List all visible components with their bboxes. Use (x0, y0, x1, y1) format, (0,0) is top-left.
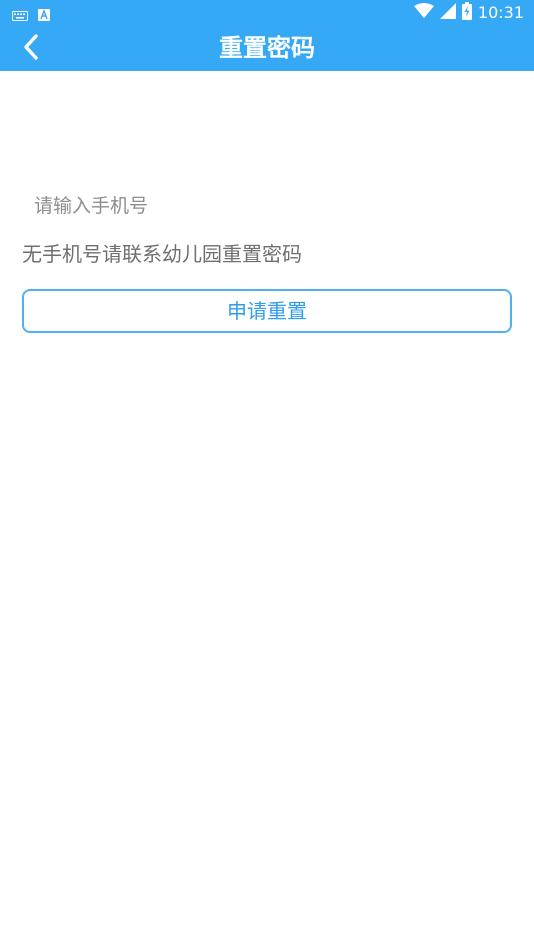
status-bar: 10:31 (0, 0, 534, 26)
phone-number-input[interactable] (22, 186, 512, 226)
contact-kindergarten-hint: 无手机号请联系幼儿园重置密码 (22, 242, 302, 266)
keyboard-icon (12, 6, 28, 25)
status-bar-system: 10:31 (413, 2, 524, 24)
wifi-icon (413, 3, 434, 23)
page-title: 重置密码 (219, 34, 315, 62)
cellular-signal-icon (439, 3, 456, 23)
chevron-left-icon (23, 34, 39, 64)
apply-reset-button[interactable]: 申请重置 (22, 289, 512, 333)
app-bar: 重置密码 (0, 26, 534, 71)
back-button[interactable] (14, 32, 48, 66)
status-bar-notifications (12, 6, 50, 25)
battery-charging-icon (461, 2, 472, 24)
status-time: 10:31 (477, 3, 524, 22)
a-notification-icon (38, 6, 50, 25)
